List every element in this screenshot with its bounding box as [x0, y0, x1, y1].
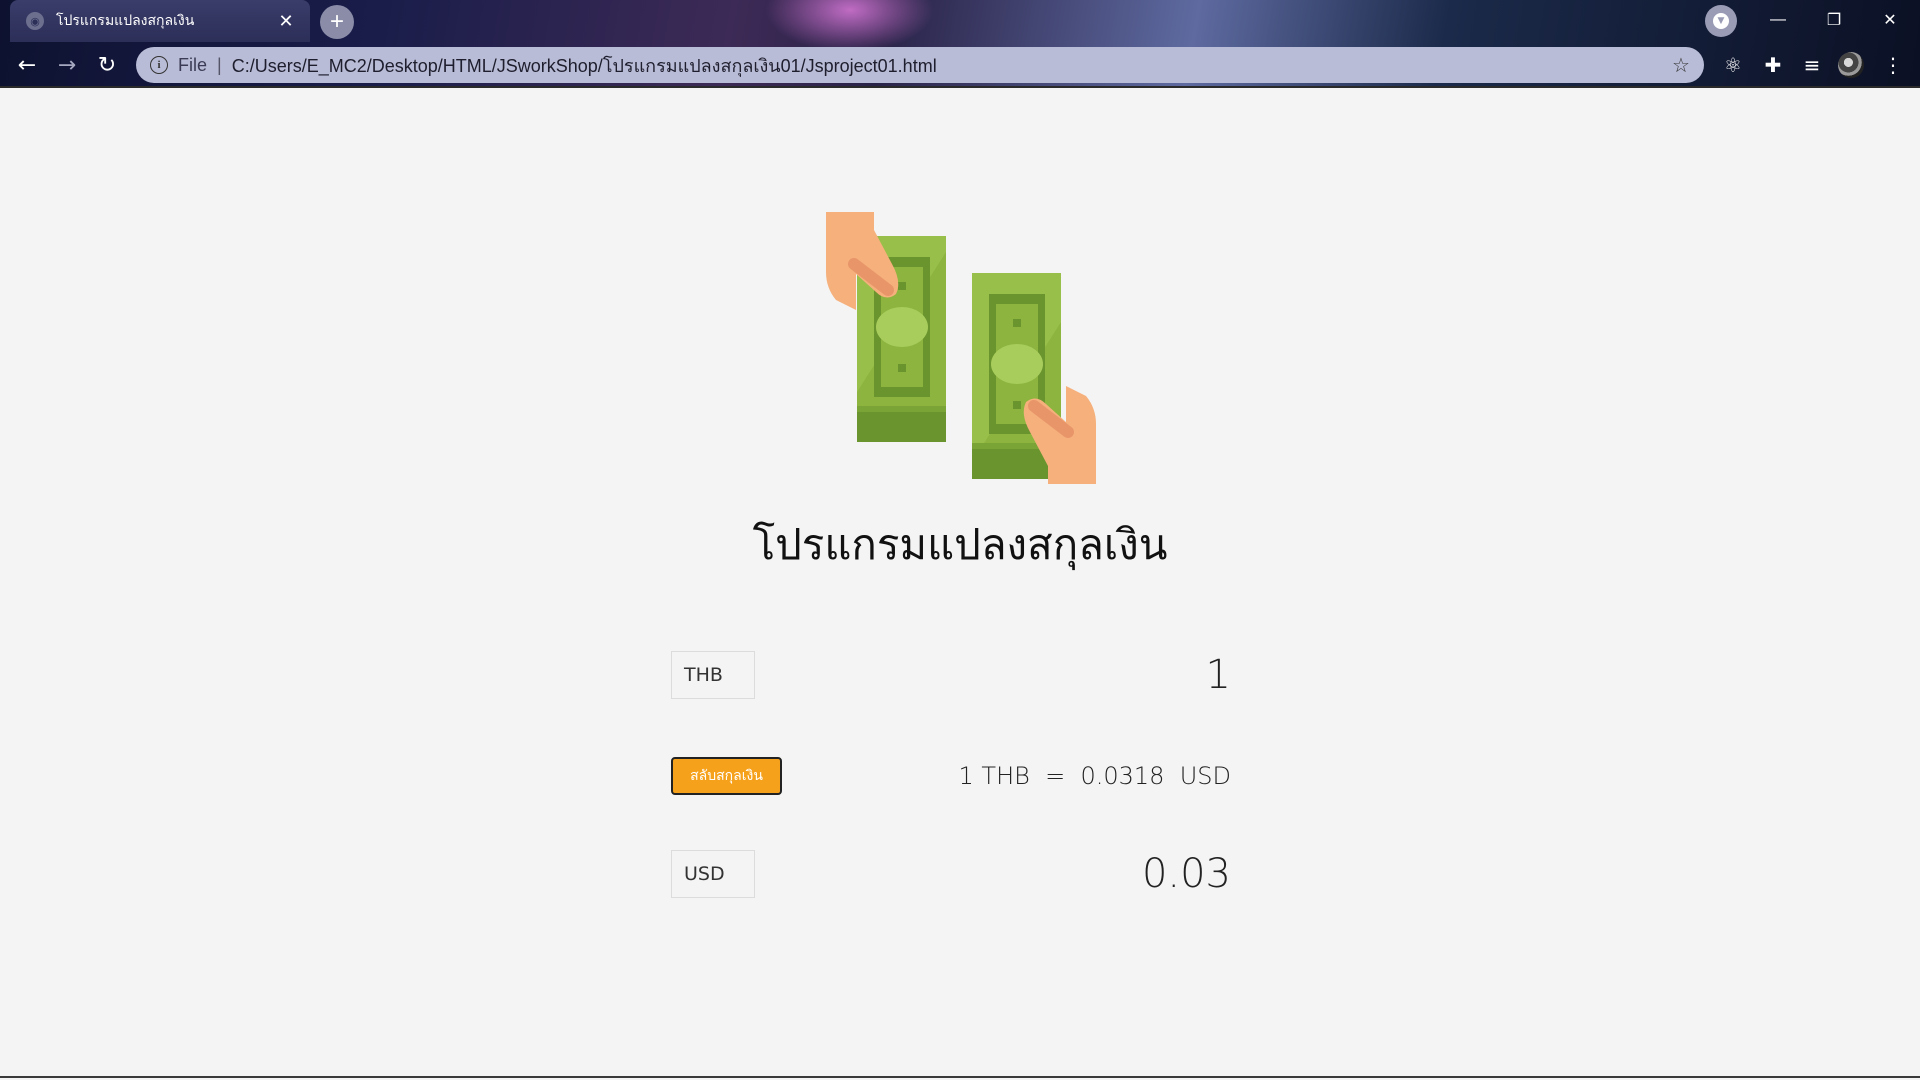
- address-bar[interactable]: i File | C:/Users/E_MC2/Desktop/HTML/JSw…: [136, 47, 1704, 83]
- chevron-down-icon: ▼: [1713, 13, 1729, 29]
- from-amount-input[interactable]: 1: [1206, 651, 1231, 699]
- from-currency-select[interactable]: THB: [671, 651, 755, 699]
- new-tab-button[interactable]: +: [320, 5, 354, 39]
- react-devtools-icon[interactable]: ⚛: [1718, 50, 1748, 80]
- browser-chrome: ◉ โปรแกรมแปลงสกุลเงิน ✕ + ▼ — ❐ ✕ ← → ↻ …: [0, 0, 1920, 88]
- url-scheme: File: [178, 54, 208, 75]
- extensions-puzzle-icon[interactable]: ✚: [1758, 50, 1788, 80]
- restore-button[interactable]: ❐: [1806, 0, 1862, 40]
- info-icon[interactable]: i: [150, 56, 168, 74]
- minimize-button[interactable]: —: [1750, 0, 1806, 40]
- taskbar-edge: [0, 1076, 1920, 1078]
- to-amount-output: 0.03: [1141, 851, 1231, 897]
- close-tab-icon[interactable]: ✕: [276, 11, 296, 31]
- swap-currency-button[interactable]: สลับสกุลเงิน: [671, 757, 782, 795]
- page-content: โปรแกรมแปลงสกุลเงิน THB 1 สลับสกุลเงิน 1…: [0, 88, 1920, 1078]
- page-title: โปรแกรมแปลงสกุลเงิน: [752, 520, 1168, 569]
- from-currency-row: THB 1: [671, 651, 1231, 703]
- kebab-menu-icon[interactable]: ⋮: [1878, 50, 1908, 80]
- back-button[interactable]: ←: [10, 48, 44, 82]
- profile-avatar[interactable]: [1838, 52, 1864, 78]
- to-currency-select[interactable]: USD: [671, 850, 755, 898]
- reload-button[interactable]: ↻: [90, 48, 124, 82]
- close-window-button[interactable]: ✕: [1862, 0, 1918, 40]
- bookmark-star-icon[interactable]: ☆: [1666, 53, 1696, 78]
- media-control-icon[interactable]: ≡: [1797, 50, 1827, 80]
- globe-icon: ◉: [26, 12, 44, 30]
- to-currency-row: USD 0.03: [671, 850, 1231, 902]
- url-text[interactable]: C:/Users/E_MC2/Desktop/HTML/JSworkShop/โ…: [232, 51, 1666, 80]
- rate-row: สลับสกุลเงิน 1 THB = 0.0318 USD: [671, 757, 1231, 809]
- exchange-rate-text: 1 THB = 0.0318 USD: [958, 762, 1231, 790]
- money-exchange-icon: [826, 212, 1096, 484]
- url-separator: |: [217, 54, 222, 75]
- browser-toolbar: ← → ↻ i File | C:/Users/E_MC2/Desktop/HT…: [0, 44, 1920, 86]
- tab-search-button[interactable]: ▼: [1705, 5, 1737, 37]
- browser-tab[interactable]: ◉ โปรแกรมแปลงสกุลเงิน ✕: [10, 0, 310, 42]
- forward-button[interactable]: →: [50, 48, 84, 82]
- tab-title: โปรแกรมแปลงสกุลเงิน: [56, 12, 195, 28]
